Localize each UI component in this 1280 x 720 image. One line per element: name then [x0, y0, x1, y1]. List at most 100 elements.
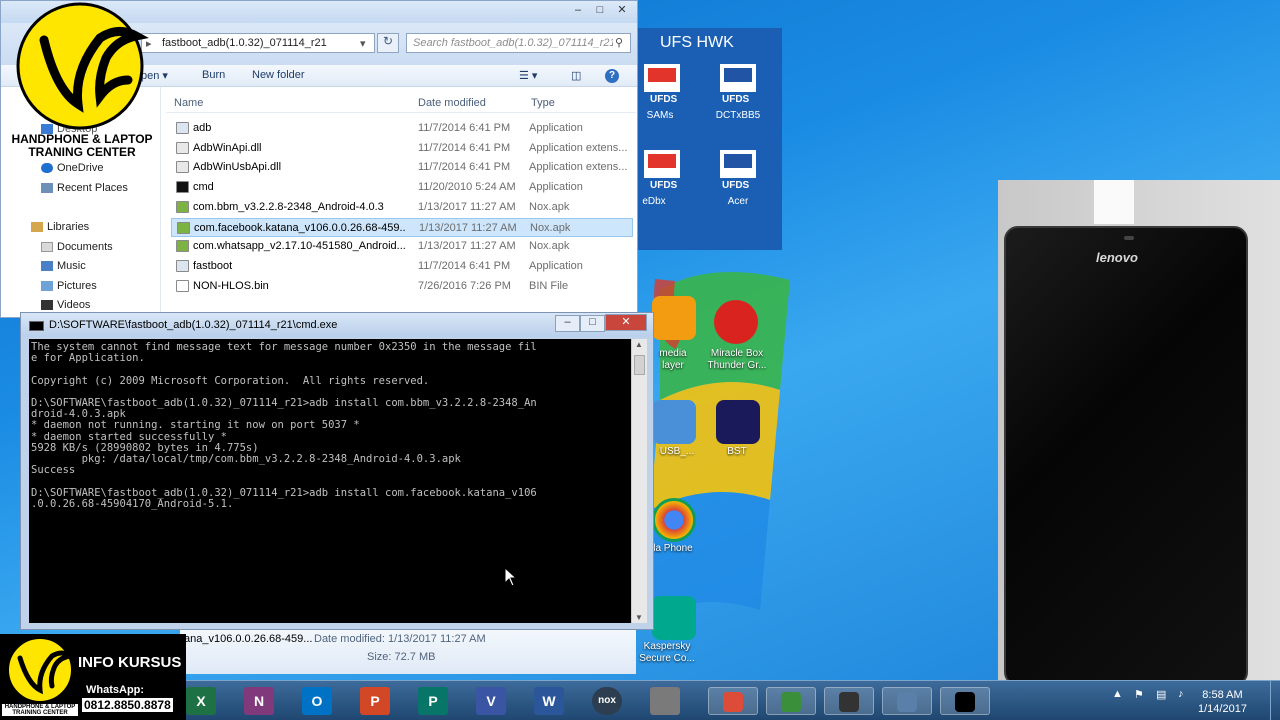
system-clock[interactable]: 8:58 AM 1/14/2017 — [1198, 688, 1247, 716]
apk-icon — [177, 221, 190, 234]
nav-item-onedrive[interactable]: OneDrive — [41, 162, 103, 174]
clock-date: 1/14/2017 — [1198, 703, 1247, 715]
search-input[interactable]: Search fastboot_adb(1.0.32)_071114_r21 ⚲ — [406, 33, 631, 53]
cmd-titlebar[interactable]: D:\SOFTWARE\fastboot_adb(1.0.32)_071114_… — [21, 313, 653, 337]
obs-icon[interactable] — [824, 687, 874, 715]
minimize-button[interactable]: – — [567, 4, 589, 20]
cmd-line: The system cannot find message text for … — [31, 341, 537, 353]
music-icon — [41, 261, 53, 271]
nav-item-libraries[interactable]: Libraries — [31, 221, 89, 233]
file-row[interactable]: com.whatsapp_v2.17.10-451580_Android... 1… — [171, 237, 633, 256]
cmd-minimize-button[interactable]: – — [555, 315, 580, 332]
nav-item-recent-places[interactable]: Recent Places — [41, 182, 128, 194]
cmd-title: D:\SOFTWARE\fastboot_adb(1.0.32)_071114_… — [49, 319, 338, 331]
chrome-icon[interactable] — [652, 498, 696, 542]
ufs-edbx-icon[interactable]: UFDS — [640, 148, 686, 192]
powerpoint-icon[interactable]: P — [360, 687, 390, 715]
taskbar-app-glyph — [839, 692, 859, 712]
kaspersky-icon[interactable] — [652, 596, 696, 640]
file-name: fastboot — [193, 259, 233, 272]
explorer-window-buttons: – □ ✕ — [567, 3, 633, 20]
burn-button[interactable]: Burn — [202, 69, 225, 81]
help-icon[interactable]: ? — [605, 69, 619, 83]
view-options-icon[interactable]: ☰ ▾ — [519, 69, 537, 82]
usb-icon[interactable] — [652, 400, 696, 444]
cmd-line: D:\SOFTWARE\fastboot_adb(1.0.32)_071114_… — [31, 397, 537, 409]
taskbar-app-letter: V — [486, 693, 496, 709]
cmd-scrollbar[interactable]: ▲ ▼ — [631, 339, 647, 623]
action-center-icon[interactable]: ⚑ — [1134, 688, 1144, 701]
nox-icon[interactable]: nox — [592, 687, 622, 715]
taskbar-app-letter: X — [196, 693, 206, 709]
refresh-button[interactable]: ↻ — [377, 33, 399, 53]
address-dropdown-icon[interactable]: ▾ — [360, 37, 366, 50]
onenote-icon[interactable]: N — [244, 687, 274, 715]
publisher-icon[interactable]: P — [418, 687, 448, 715]
bst-icon[interactable] — [716, 400, 760, 444]
cmd-icon[interactable] — [940, 687, 990, 715]
preview-pane-icon[interactable]: ◫ — [571, 69, 581, 82]
nav-item-videos[interactable]: Videos — [41, 299, 90, 311]
ie-icon[interactable] — [766, 687, 816, 715]
file-row[interactable]: com.facebook.katana_v106.0.0.26.68-459..… — [171, 217, 633, 237]
file-name: NON-HLOS.bin — [193, 279, 269, 292]
cmd-console[interactable]: The system cannot find message text for … — [29, 339, 631, 623]
paint-icon[interactable] — [650, 687, 680, 715]
miracle-box-icon[interactable] — [714, 300, 758, 344]
cmd-window: D:\SOFTWARE\fastboot_adb(1.0.32)_071114_… — [20, 312, 654, 630]
cmd-line: * daemon started successfully * — [31, 430, 227, 443]
column-name[interactable]: Name — [174, 97, 203, 109]
column-type[interactable]: Type — [531, 97, 555, 109]
search-placeholder: Search fastboot_adb(1.0.32)_071114_r21 — [413, 37, 613, 49]
volume-icon[interactable]: ♪ — [1178, 688, 1184, 700]
clock-time: 8:58 AM — [1202, 689, 1243, 701]
nav-item-pictures[interactable]: Pictures — [41, 280, 97, 292]
address-bar[interactable]: ▸ fastboot_adb(1.0.32)_071114_r21 ▾ — [141, 33, 375, 53]
badge-logo-icon — [7, 637, 77, 703]
file-date: 11/7/2014 6:41 PM — [418, 141, 511, 154]
file-row[interactable]: com.bbm_v3.2.2.8-2348_Android-4.0.3 1/13/… — [171, 198, 633, 217]
ufs-title: UFS HWK — [660, 34, 734, 51]
file-row[interactable]: AdbWinUsbApi.dll 11/7/2014 6:41 PM Applica… — [171, 158, 633, 177]
file-row[interactable]: cmd 11/20/2010 5:24 AM Application — [171, 178, 633, 197]
word-icon[interactable]: W — [534, 687, 564, 715]
cmd-maximize-button[interactable]: □ — [580, 315, 605, 332]
ufs-label: DCTxBB5 — [715, 110, 761, 121]
network-icon[interactable] — [882, 687, 932, 715]
ufs-acer-icon[interactable]: UFDS — [716, 148, 762, 192]
lenovo-phone: lenovo — [1004, 226, 1248, 686]
taskbar-app-glyph — [723, 692, 743, 712]
vlc-icon[interactable] — [652, 296, 696, 340]
dll-icon — [176, 161, 189, 174]
network-icon[interactable]: ▤ — [1156, 688, 1166, 701]
scroll-thumb[interactable] — [634, 355, 645, 375]
badge-small-text: HANDPHONE & LAPTOP TRAINING CENTER — [2, 704, 78, 716]
taskbar-app-letter: W — [542, 693, 556, 709]
column-date-modified[interactable]: Date modified — [418, 97, 486, 109]
cmd-close-button[interactable]: ✕ — [605, 314, 647, 331]
close-button[interactable]: ✕ — [611, 3, 633, 19]
excel-icon[interactable]: X — [186, 687, 216, 715]
nav-item-documents[interactable]: Documents — [41, 241, 113, 253]
ufs-dctxbb5-icon[interactable]: UFDS — [716, 62, 762, 106]
file-row[interactable]: fastboot 11/7/2014 6:41 PM Application — [171, 257, 633, 276]
file-name: adb — [193, 122, 212, 134]
file-row[interactable]: adb 11/7/2014 6:41 PM Application — [171, 119, 633, 138]
show-hidden-icons-icon[interactable]: ▲ — [1112, 688, 1123, 700]
logo-emblem-icon — [16, 2, 149, 130]
mouse-cursor-icon — [504, 567, 518, 587]
dll-icon — [176, 141, 189, 154]
nav-item-music[interactable]: Music — [41, 260, 86, 272]
show-desktop-button[interactable] — [1270, 681, 1280, 720]
ufs-sams-icon[interactable]: UFDS — [640, 62, 686, 106]
file-row[interactable]: AdbWinApi.dll 11/7/2014 6:41 PM Applicatio… — [171, 139, 633, 158]
chrome-icon[interactable] — [708, 687, 758, 715]
badge-phone-number: 0812.8850.8878 — [82, 698, 173, 712]
outlook-icon[interactable]: O — [302, 687, 332, 715]
maximize-button[interactable]: □ — [589, 4, 611, 20]
new-folder-button[interactable]: New folder — [252, 69, 305, 81]
search-icon: ⚲ — [615, 37, 624, 49]
visio-icon[interactable]: V — [476, 687, 506, 715]
phone-camera-icon — [1124, 236, 1134, 240]
file-row[interactable]: NON-HLOS.bin 7/26/2016 7:26 PM BIN File — [171, 277, 633, 296]
